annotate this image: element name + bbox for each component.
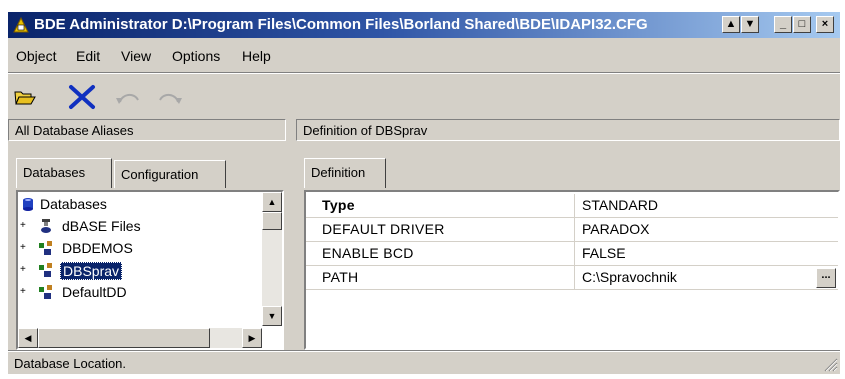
redo-icon[interactable]: [156, 90, 184, 106]
left-panel-header: All Database Aliases: [8, 119, 286, 141]
tree-horizontal-scrollbar[interactable]: ◀ ▶: [18, 328, 262, 348]
menu-separator: [8, 72, 840, 74]
expand-icon[interactable]: +: [20, 221, 29, 231]
window-title: BDE Administrator D:\Program Files\Commo…: [34, 16, 648, 33]
menu-help[interactable]: Help: [242, 48, 271, 64]
tree-item-dbase-files[interactable]: + dBASE Files: [18, 216, 258, 238]
menu-object[interactable]: Object: [16, 48, 56, 64]
title-bar[interactable]: BDE Administrator D:\Program Files\Commo…: [8, 12, 840, 38]
tree-vertical-scrollbar[interactable]: ▲ ▼: [262, 192, 282, 326]
tab-databases[interactable]: Databases: [16, 158, 112, 188]
tree-item-dbdemos[interactable]: + DBDEMOS: [18, 238, 258, 260]
bde-app-icon: [13, 16, 29, 33]
status-bar: Database Location.: [8, 352, 840, 374]
undo-icon[interactable]: [114, 90, 142, 106]
right-panel-header: Definition of DBSprav: [296, 119, 840, 141]
definition-row-path[interactable]: PATH C:\Spravochnik ...: [306, 266, 838, 290]
database-tree[interactable]: Databases + dBASE Files + DBDEMOS + DBSp…: [16, 190, 284, 350]
definition-row-type[interactable]: Type STANDARD: [306, 194, 838, 218]
browse-path-button[interactable]: ...: [816, 268, 836, 288]
tree-item-databases[interactable]: Databases: [18, 194, 258, 216]
menu-bar: Object Edit View Options Help: [8, 46, 840, 66]
menu-edit[interactable]: Edit: [76, 48, 100, 64]
expand-icon[interactable]: +: [20, 287, 29, 297]
scroll-down-arrow-icon[interactable]: ▼: [262, 306, 282, 326]
maximize-button[interactable]: □: [793, 16, 811, 33]
horizontal-scroll-thumb[interactable]: [38, 328, 210, 348]
scroll-down-button[interactable]: ▼: [741, 16, 759, 33]
database-alias-icon: [39, 263, 52, 277]
resize-grip-icon[interactable]: [824, 358, 838, 372]
close-button[interactable]: ×: [816, 16, 834, 33]
selected-alias-label: DBSprav: [60, 262, 123, 280]
scroll-up-button[interactable]: ▲: [722, 16, 740, 33]
minimize-button[interactable]: _: [774, 16, 792, 33]
menu-view[interactable]: View: [121, 48, 151, 64]
delete-x-icon[interactable]: [68, 84, 96, 110]
scroll-right-arrow-icon[interactable]: ▶: [242, 328, 262, 348]
database-alias-icon: [41, 219, 51, 233]
tab-definition[interactable]: Definition: [304, 158, 386, 188]
toolbar: [8, 82, 840, 112]
definition-row-default-driver[interactable]: DEFAULT DRIVER PARADOX: [306, 218, 838, 242]
database-alias-icon: [39, 241, 52, 255]
tree-item-defaultdd[interactable]: + DefaultDD: [18, 282, 258, 304]
databases-root-icon: [23, 198, 33, 211]
database-alias-icon: [39, 285, 52, 299]
expand-icon[interactable]: +: [20, 265, 29, 275]
tree-item-dbsprav[interactable]: + DBSprav: [18, 260, 258, 282]
bde-administrator-window: BDE Administrator D:\Program Files\Commo…: [8, 12, 840, 374]
expand-icon[interactable]: +: [20, 243, 29, 253]
folder-open-icon[interactable]: [14, 88, 36, 106]
definition-grid: Type STANDARD DEFAULT DRIVER PARADOX ENA…: [304, 190, 840, 350]
tab-configuration[interactable]: Configuration: [114, 160, 226, 188]
scroll-up-arrow-icon[interactable]: ▲: [262, 192, 282, 212]
vertical-scroll-thumb[interactable]: [262, 212, 282, 230]
scroll-left-arrow-icon[interactable]: ◀: [18, 328, 38, 348]
status-text: Database Location.: [14, 356, 127, 371]
menu-options[interactable]: Options: [172, 48, 220, 64]
definition-row-enable-bcd[interactable]: ENABLE BCD FALSE: [306, 242, 838, 266]
